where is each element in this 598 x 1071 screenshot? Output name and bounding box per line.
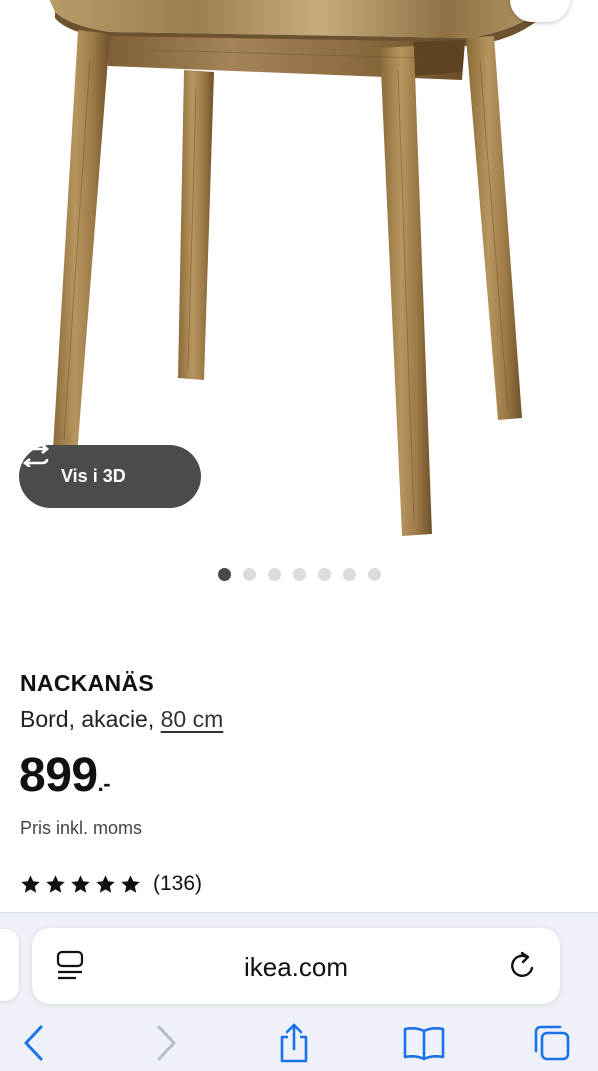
back-button[interactable] [12,1021,56,1065]
chevron-left-icon [24,1025,43,1061]
browser-toolbar [0,1017,598,1067]
star-icon [21,874,40,893]
share-button[interactable] [272,1021,316,1065]
book-icon [403,1027,445,1061]
reload-icon[interactable] [508,950,538,982]
forward-button[interactable] [144,1021,188,1065]
carousel-dot[interactable] [317,568,331,581]
star-icon [96,874,115,893]
star-icon [46,874,65,893]
product-image[interactable]: Vis i 3D [0,0,598,600]
tabs-icon [534,1025,570,1061]
carousel-dot[interactable] [217,568,231,581]
carousel-dot[interactable] [292,568,306,581]
product-description-text: Bord, akacie, [20,706,161,732]
view-3d-label: Vis i 3D [61,466,126,486]
previous-tab-preview[interactable] [0,929,19,1001]
carousel-dot[interactable] [367,568,381,581]
tabs-button[interactable] [530,1021,574,1065]
product-name: NACKANÄS [20,670,155,696]
url-text[interactable]: ikea.com [32,952,560,983]
rating-count: (136) [153,872,203,895]
address-bar[interactable]: ikea.com [32,928,560,1004]
rating-stars [20,874,141,895]
product-price: 899.- [19,749,111,802]
star-icon [71,874,90,893]
rotate-3d-icon [22,445,50,467]
carousel-dot[interactable] [242,568,256,581]
table-illustration [49,0,545,536]
price-value: 899 [19,749,98,802]
size-link[interactable]: 80 cm [161,706,224,732]
browser-chrome: ikea.com [0,912,598,1071]
price-note: Pris inkl. moms [20,818,143,838]
star-icon [121,874,140,893]
carousel-dot[interactable] [342,568,356,581]
share-icon [280,1023,308,1063]
chevron-right-icon [157,1025,176,1061]
view-3d-button[interactable]: Vis i 3D [19,445,201,508]
carousel-dot[interactable] [267,568,281,581]
image-carousel-dots[interactable] [0,568,598,581]
price-suffix: .- [97,771,111,796]
bookmarks-button[interactable] [402,1021,446,1065]
product-description: Bord, akacie, 80 cm [20,706,223,733]
product-rating[interactable]: (136) [20,872,202,896]
